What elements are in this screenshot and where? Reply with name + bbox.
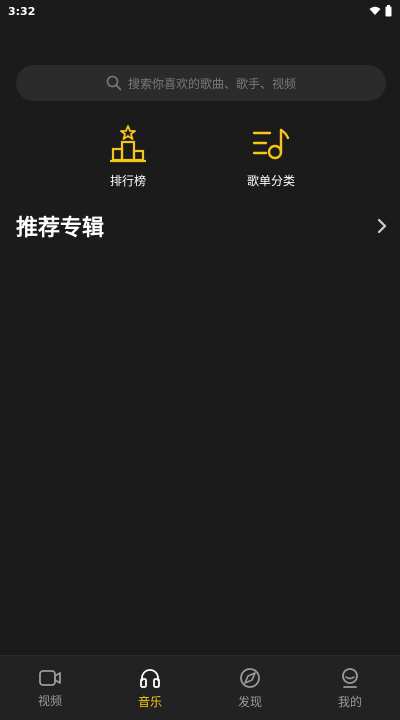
bottom-nav: 视频 音乐 发现 我的 xyxy=(0,655,400,720)
playlist-category-label: 歌单分类 xyxy=(246,174,295,188)
wifi-icon xyxy=(369,6,381,15)
nav-item-video[interactable]: 视频 xyxy=(0,656,100,720)
search-icon xyxy=(106,75,122,91)
recommended-albums-header[interactable]: 推荐专辑 xyxy=(16,208,388,244)
search-bar[interactable]: 搜索你喜欢的歌曲、歌手、视频 xyxy=(16,65,386,101)
chevron-right-icon[interactable] xyxy=(376,218,388,234)
nav-label-music: 音乐 xyxy=(137,694,162,709)
search-placeholder: 搜索你喜欢的歌曲、歌手、视频 xyxy=(127,76,296,91)
battery-icon xyxy=(385,5,392,17)
nav-label-video: 视频 xyxy=(37,693,62,708)
compass-icon xyxy=(240,667,260,688)
profile-icon xyxy=(342,667,358,688)
status-time: 3:32 xyxy=(8,4,36,18)
headphones-icon xyxy=(140,668,160,688)
podium-icon xyxy=(110,125,146,163)
nav-label-mine: 我的 xyxy=(337,694,362,709)
nav-item-discover[interactable]: 发现 xyxy=(200,656,300,720)
rankings-label: 排行榜 xyxy=(109,174,146,188)
nav-item-music[interactable]: 音乐 xyxy=(100,656,200,720)
nav-item-mine[interactable]: 我的 xyxy=(300,656,400,720)
playlist-music-icon xyxy=(252,128,290,160)
section-title: 推荐专辑 xyxy=(16,216,105,241)
playlist-category-shortcut[interactable]: 歌单分类 xyxy=(226,124,316,189)
rankings-shortcut[interactable]: 排行榜 xyxy=(83,124,173,189)
status-icons xyxy=(369,5,392,17)
status-bar: 3:32 xyxy=(0,0,400,22)
nav-label-discover: 发现 xyxy=(237,694,262,709)
video-camera-icon xyxy=(39,669,61,686)
